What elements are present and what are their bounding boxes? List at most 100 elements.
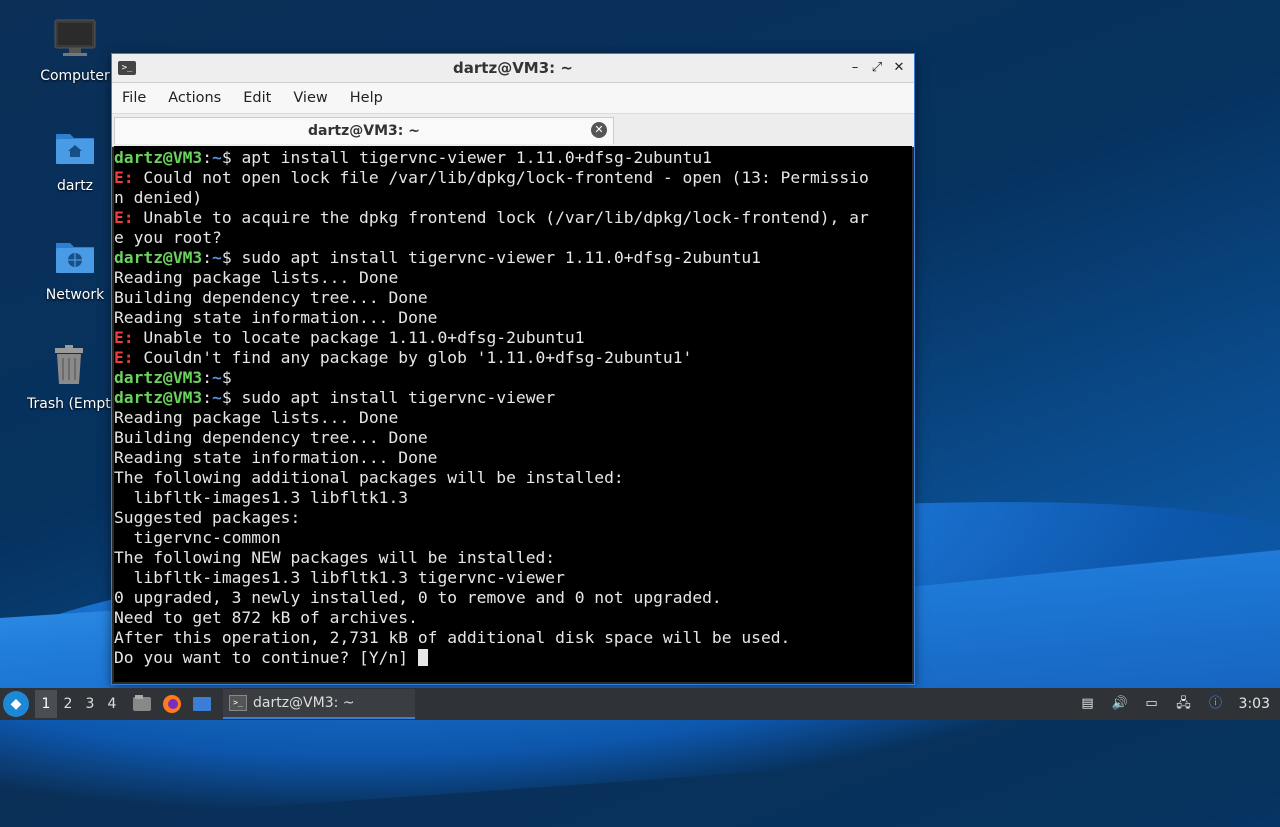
file-manager-icon[interactable] xyxy=(131,693,153,715)
terminal-line: Building dependency tree... Done xyxy=(114,288,912,308)
desktop-icon-home[interactable]: dartz xyxy=(27,126,123,194)
system-tray: ▤ 🔊 ▭ 🖧 ⓘ 3:03 xyxy=(1079,695,1270,713)
trash-icon xyxy=(55,345,83,384)
tab-bar: dartz@VM3: ~ ✕ xyxy=(112,113,914,147)
output-text: Do you want to continue? [Y/n] xyxy=(114,648,418,667)
error-prefix: E: xyxy=(114,168,134,187)
menubar: File Actions Edit View Help xyxy=(112,83,914,113)
update-notifier-icon[interactable]: ⓘ xyxy=(1207,695,1225,713)
terminal-line: n denied) xyxy=(114,188,912,208)
prompt-path: ~ xyxy=(212,388,222,407)
prompt-user: dartz@VM3 xyxy=(114,248,203,267)
menu-view[interactable]: View xyxy=(289,90,337,106)
output-text: 0 upgraded, 3 newly installed, 0 to remo… xyxy=(114,588,722,607)
menu-edit[interactable]: Edit xyxy=(239,90,281,106)
window-titlebar[interactable]: >_ dartz@VM3: ~ – ⤢ ✕ xyxy=(112,54,914,83)
prompt-user: dartz@VM3 xyxy=(114,368,203,387)
clipboard-icon[interactable]: ▤ xyxy=(1079,695,1097,713)
terminal-line: E: Unable to locate package 1.11.0+dfsg-… xyxy=(114,328,912,348)
task-label: dartz@VM3: ~ xyxy=(253,695,355,711)
terminal-cursor xyxy=(417,649,428,666)
output-text: Building dependency tree... Done xyxy=(114,288,428,307)
command-text: $ apt install tigervnc-viewer 1.11.0+dfs… xyxy=(221,148,712,167)
output-text: Could not open lock file /var/lib/dpkg/l… xyxy=(133,168,869,187)
desktop-icon-network[interactable]: Network xyxy=(27,235,123,303)
terminal-line: The following additional packages will b… xyxy=(114,468,912,488)
desktop-icon-label: Computer xyxy=(40,68,110,84)
output-text: Unable to acquire the dpkg frontend lock… xyxy=(133,208,869,227)
output-text: Suggested packages: xyxy=(114,508,301,527)
terminal-line: dartz@VM3:~$ sudo apt install tigervnc-v… xyxy=(114,248,912,268)
prompt-separator: : xyxy=(202,388,213,407)
menu-actions[interactable]: Actions xyxy=(164,90,231,106)
menu-help[interactable]: Help xyxy=(346,90,393,106)
prompt-user: dartz@VM3 xyxy=(114,148,203,167)
prompt-path: ~ xyxy=(212,368,222,387)
output-text: Need to get 872 kB of archives. xyxy=(114,608,418,627)
prompt-separator: : xyxy=(202,368,213,387)
desktop-icon-label: Network xyxy=(45,287,105,303)
terminal-output[interactable]: dartz@VM3:~$ apt install tigervnc-viewer… xyxy=(114,146,912,682)
output-text: Unable to locate package 1.11.0+dfsg-2ub… xyxy=(133,328,585,347)
taskbar-task-terminal[interactable]: >_ dartz@VM3: ~ xyxy=(223,689,415,719)
workspace-3[interactable]: 3 xyxy=(79,696,101,712)
tab-close-icon[interactable]: ✕ xyxy=(591,122,607,138)
tab-label: dartz@VM3: ~ xyxy=(308,123,420,139)
terminal-line: Reading package lists... Done xyxy=(114,268,912,288)
error-prefix: E: xyxy=(114,208,134,227)
output-text: After this operation, 2,731 kB of additi… xyxy=(114,628,791,647)
terminal-line: E: Couldn't find any package by glob '1.… xyxy=(114,348,912,368)
output-text: The following additional packages will b… xyxy=(114,468,624,487)
terminal-line: libfltk-images1.3 libfltk1.3 tigervnc-vi… xyxy=(114,568,912,588)
maximize-button[interactable]: ⤢ xyxy=(868,59,886,77)
output-text: Reading package lists... Done xyxy=(114,268,399,287)
terminal-line: Reading package lists... Done xyxy=(114,408,912,428)
terminal-line: 0 upgraded, 3 newly installed, 0 to remo… xyxy=(114,588,912,608)
command-text: $ xyxy=(221,368,232,387)
terminal-line: Suggested packages: xyxy=(114,508,912,528)
prompt-separator: : xyxy=(202,248,213,267)
start-menu-icon[interactable]: ◆ xyxy=(3,691,29,717)
prompt-path: ~ xyxy=(212,248,222,267)
terminal-window: >_ dartz@VM3: ~ – ⤢ ✕ File Actions Edit … xyxy=(111,53,915,685)
desktop-show-icon[interactable] xyxy=(191,693,213,715)
desktop-icon-label: Trash (Empty) xyxy=(27,396,111,412)
terminal-line: Reading state information... Done xyxy=(114,448,912,468)
output-text: e you root? xyxy=(114,228,222,247)
error-prefix: E: xyxy=(114,328,134,347)
terminal-line: E: Could not open lock file /var/lib/dpk… xyxy=(114,168,912,188)
terminal-app-icon: >_ xyxy=(118,61,136,75)
notes-icon[interactable]: ▭ xyxy=(1143,695,1161,713)
workspace-2[interactable]: 2 xyxy=(57,696,79,712)
desktop-icon-computer[interactable]: Computer xyxy=(27,18,123,84)
command-text: $ sudo apt install tigervnc-viewer xyxy=(221,388,556,407)
workspace-4[interactable]: 4 xyxy=(101,696,123,712)
desktop-icon-trash[interactable]: Trash (Empty) xyxy=(27,344,111,412)
computer-icon xyxy=(54,19,96,56)
menu-file[interactable]: File xyxy=(118,90,156,106)
firefox-icon[interactable] xyxy=(161,693,183,715)
terminal-line: Building dependency tree... Done xyxy=(114,428,912,448)
network-folder-icon xyxy=(56,243,94,273)
volume-icon[interactable]: 🔊 xyxy=(1111,695,1129,713)
minimize-button[interactable]: – xyxy=(846,59,864,77)
tab-terminal[interactable]: dartz@VM3: ~ ✕ xyxy=(114,117,614,144)
terminal-line: e you root? xyxy=(114,228,912,248)
terminal-line: dartz@VM3:~$ sudo apt install tigervnc-v… xyxy=(114,388,912,408)
command-text: $ sudo apt install tigervnc-viewer 1.11.… xyxy=(221,248,761,267)
network-icon[interactable]: 🖧 xyxy=(1175,695,1193,713)
output-text: n denied) xyxy=(114,188,203,207)
clock[interactable]: 3:03 xyxy=(1239,696,1270,712)
terminal-line: dartz@VM3:~$ apt install tigervnc-viewer… xyxy=(114,148,912,168)
output-text: tigervnc-common xyxy=(114,528,281,547)
workspace-1[interactable]: 1 xyxy=(35,690,57,718)
desktop-icon-label: dartz xyxy=(56,178,94,194)
close-button[interactable]: ✕ xyxy=(890,59,908,77)
output-text: Reading state information... Done xyxy=(114,448,438,467)
terminal-line: Need to get 872 kB of archives. xyxy=(114,608,912,628)
output-text: Reading state information... Done xyxy=(114,308,438,327)
output-text: libfltk-images1.3 libfltk1.3 xyxy=(114,488,409,507)
terminal-app-icon: >_ xyxy=(229,695,247,711)
terminal-line: libfltk-images1.3 libfltk1.3 xyxy=(114,488,912,508)
output-text: Building dependency tree... Done xyxy=(114,428,428,447)
